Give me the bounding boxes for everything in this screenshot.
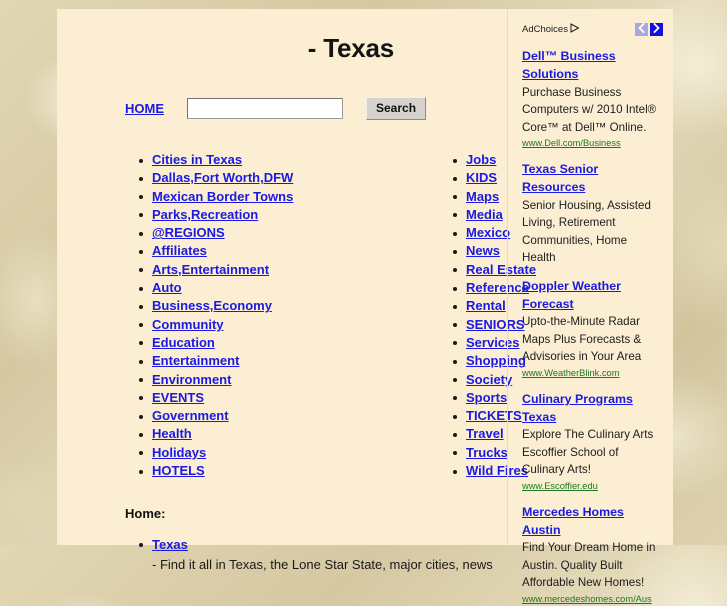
category-link[interactable]: Cities in Texas [152,152,242,167]
home-section-list: Texas - Find it all in Texas, the Lone S… [132,537,506,577]
list-item: Entertainment [139,352,452,370]
category-link[interactable]: @REGIONS [152,225,225,240]
category-link[interactable]: Jobs [466,152,496,167]
category-link[interactable]: EVENTS [152,390,204,405]
search-input[interactable] [187,98,343,119]
ad-sidebar-header: AdChoices [522,22,663,36]
main-content-column: - Texas HOME Search Cities in Texas Dalla… [57,9,536,572]
adchoices-button[interactable]: AdChoices [522,20,580,38]
category-link[interactable]: Sports [466,390,507,405]
ad-title-link[interactable]: Culinary Programs Texas [522,390,663,427]
list-item: Community [139,316,452,334]
category-link[interactable]: Affiliates [152,243,207,258]
list-item: Texas - Find it all in Texas, the Lone S… [139,537,506,577]
ad-title-link[interactable]: Dell™ Business Solutions [522,47,663,84]
chevron-left-icon [637,20,646,38]
ad-block: Texas Senior Resources Senior Housing, As… [522,160,663,267]
list-item: Arts,Entertainment [139,261,452,279]
category-link[interactable]: HOTELS [152,463,205,478]
category-link[interactable]: Travel [466,426,504,441]
category-link[interactable]: Trucks [466,445,508,460]
ad-description: Upto-the-Minute Radar Maps Plus Forecast… [522,315,642,364]
category-link[interactable]: Maps [466,189,499,204]
list-item: Education [139,334,452,352]
ad-nav-controls [635,20,663,38]
home-section-heading: Home: [125,506,166,521]
list-item: Health [139,425,452,443]
ad-title-link[interactable]: Doppler Weather Forecast [522,277,663,314]
list-item: Auto [139,279,452,297]
list-item: HOTELS [139,462,452,480]
list-item: Mexican Border Towns [139,188,452,206]
search-bar: HOME Search [125,97,427,120]
category-link[interactable]: Auto [152,280,182,295]
ad-url-link[interactable]: www.mercedeshomes.com/Aus [522,592,663,606]
ad-url-link[interactable]: www.Escoffier.edu [522,479,663,493]
ad-block: Mercedes Homes Austin Find Your Dream Hom… [522,503,663,606]
category-link[interactable]: Entertainment [152,353,239,368]
category-link[interactable]: Environment [152,372,231,387]
ad-list: Dell™ Business Solutions Purchase Busines… [522,47,663,606]
ad-url-link[interactable]: www.WeatherBlink.com [522,366,663,380]
list-item: EVENTS [139,389,452,407]
category-link[interactable]: Society [466,372,512,387]
category-link[interactable]: Mexico [466,225,510,240]
ad-title-link[interactable]: Mercedes Homes Austin [522,503,663,540]
list-item: Affiliates [139,242,452,260]
category-list-left: Cities in Texas Dallas,Fort Worth,DFW Mexi… [132,151,452,480]
list-item: @REGIONS [139,224,452,242]
category-link[interactable]: Dallas,Fort Worth,DFW [152,170,293,185]
ad-next-button[interactable] [650,20,663,38]
list-item: Cities in Texas [139,151,452,169]
category-link[interactable]: Business,Economy [152,298,272,313]
adchoices-icon [570,20,580,38]
list-item: Holidays [139,444,452,462]
category-link[interactable]: Government [152,408,229,423]
category-link[interactable]: Mexican Border Towns [152,189,293,204]
list-item: Parks,Recreation [139,206,452,224]
chevron-right-icon [652,20,661,38]
ad-description: Explore The Culinary Arts Escoffier Scho… [522,428,654,477]
category-link[interactable]: Arts,Entertainment [152,262,269,277]
search-button[interactable]: Search [366,97,427,120]
list-item: Government [139,407,452,425]
category-link[interactable]: Media [466,207,503,222]
list-item: Dallas,Fort Worth,DFW [139,169,452,187]
category-link[interactable]: News [466,243,500,258]
list-item: Environment [139,371,452,389]
category-link[interactable]: Rental [466,298,506,313]
ad-description: Purchase Business Computers w/ 2010 Inte… [522,85,657,134]
ad-description: Senior Housing, Assisted Living, Retirem… [522,198,651,265]
home-link[interactable]: HOME [125,101,164,116]
category-link[interactable]: Holidays [152,445,206,460]
ad-sidebar: AdChoices Dell™ Business Solutions Purch… [507,9,673,604]
ad-block: Doppler Weather Forecast Upto-the-Minute … [522,277,663,380]
list-item: Business,Economy [139,297,452,315]
ad-description: Find Your Dream Home in Austin. Quality … [522,541,656,590]
ad-prev-button[interactable] [635,20,648,38]
category-link[interactable]: Health [152,426,192,441]
category-link[interactable]: Community [152,317,224,332]
category-link[interactable]: KIDS [466,170,497,185]
ad-block: Culinary Programs Texas Explore The Culin… [522,390,663,493]
category-link[interactable]: Parks,Recreation [152,207,258,222]
page-title: - Texas [307,33,394,63]
category-link[interactable]: Education [152,335,215,350]
ad-title-link[interactable]: Texas Senior Resources [522,160,663,197]
home-entry-description: - Find it all in Texas, the Lone Star St… [152,557,493,572]
adchoices-label: AdChoices [522,23,568,35]
page-panel: - Texas HOME Search Cities in Texas Dalla… [57,9,673,604]
ad-url-link[interactable]: www.Dell.com/Business [522,136,663,150]
ad-block: Dell™ Business Solutions Purchase Busines… [522,47,663,150]
